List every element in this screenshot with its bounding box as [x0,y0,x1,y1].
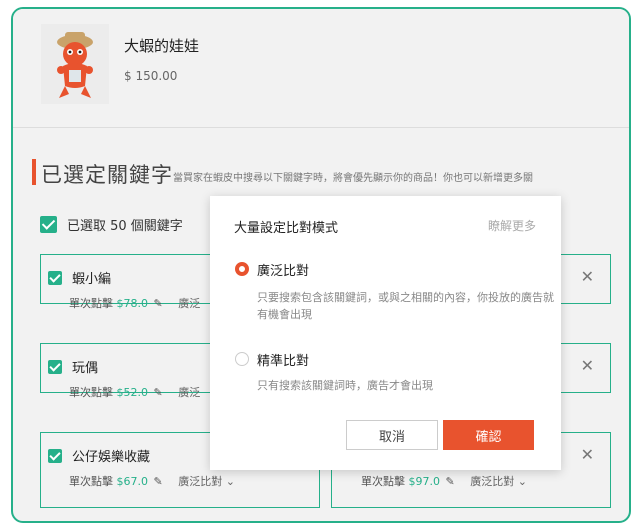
radio-exact-match[interactable] [235,352,249,366]
keyword-label: 蝦小編 [72,272,112,287]
section-accent-bar [32,159,36,185]
product-header: 大蝦的娃娃 $ 150.00 [13,9,629,127]
broad-match-description: 只要搜索包含該關鍵詞，或與之相關的內容，你投放的廣告就有機會出現 [257,291,554,321]
match-mode-select[interactable]: 廣泛比對 ⌄ [178,475,235,488]
product-price: $ 150.00 [124,69,178,83]
bid-label: 單次點擊 [361,475,405,488]
pencil-icon[interactable]: ✎ [154,386,163,399]
keyword-bid-row: 單次點擊 $67.0 ✎ 廣泛比對 ⌄ [69,473,235,489]
match-mode-select[interactable]: 廣泛 [178,386,200,399]
match-mode-label: 廣泛比對 [470,475,515,488]
bid-label: 單次點擊 [69,386,113,399]
section-description: 當買家在蝦皮中搜尋以下關鍵字時，將會優先顯示你的商品！你也可以新增更多關 [173,173,533,184]
bid-label: 單次點擊 [69,297,113,310]
close-icon[interactable]: ✕ [581,356,594,375]
keyword-bid-row: 單次點擊 $97.0 ✎ 廣泛比對 ⌄ [361,473,527,489]
select-all-label: 已選取 50 個關鍵字 [67,219,183,234]
radio-broad-match[interactable] [235,262,249,276]
match-mode-select[interactable]: 廣泛比對 ⌄ [470,475,527,488]
exact-match-description: 只有搜索該關鍵詞時，廣告才會出現 [257,379,433,392]
match-mode-modal: 大量設定比對模式 瞭解更多 廣泛比對 只要搜索包含該關鍵詞，或與之相關的內容，你… [210,196,561,470]
learn-more-link[interactable]: 瞭解更多 [488,217,536,234]
select-all-checkbox[interactable]: 已選取 50 個關鍵字 [40,215,183,234]
broad-match-label[interactable]: 廣泛比對 [257,260,309,279]
bid-price[interactable]: $52.0 [117,386,149,399]
checkbox-checked-icon[interactable] [48,270,62,285]
chevron-down-icon: ⌄ [517,475,527,488]
keyword-bid-row: 單次點擊 $52.0 ✎ 廣泛 [69,384,200,400]
match-mode-select[interactable]: 廣泛 [178,297,200,310]
bid-price[interactable]: $97.0 [409,475,441,488]
cancel-button[interactable]: 取消 [346,420,438,450]
match-mode-label: 廣泛比對 [178,475,223,488]
bid-price[interactable]: $67.0 [117,475,149,488]
keyword-label: 玩偶 [72,361,99,376]
pencil-icon[interactable]: ✎ [446,475,455,488]
bid-label: 單次點擊 [69,475,113,488]
product-thumbnail [41,24,109,104]
checkbox-checked-icon [40,216,57,233]
keyword-bid-row: 單次點擊 $78.0 ✎ 廣泛 [69,295,200,311]
exact-match-label[interactable]: 精準比對 [257,350,309,369]
checkbox-checked-icon[interactable] [48,448,62,463]
pencil-icon[interactable]: ✎ [154,297,163,310]
confirm-button[interactable]: 確認 [443,420,534,450]
checkbox-checked-icon[interactable] [48,359,62,374]
close-icon[interactable]: ✕ [581,445,594,464]
product-name: 大蝦的娃娃 [124,37,200,55]
modal-title: 大量設定比對模式 [234,221,339,236]
section-title: 已選定關鍵字 [41,163,173,187]
chevron-down-icon: ⌄ [225,475,235,488]
keyword-label: 公仔娛樂收藏 [72,450,151,465]
close-icon[interactable]: ✕ [581,267,594,286]
bid-price[interactable]: $78.0 [117,297,149,310]
pencil-icon[interactable]: ✎ [154,475,163,488]
header-divider [13,127,629,128]
